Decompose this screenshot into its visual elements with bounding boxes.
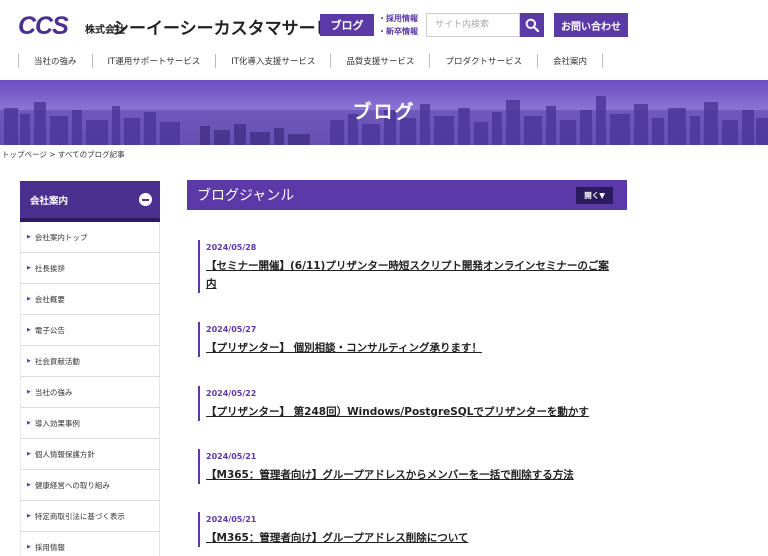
sidebar-item-strengths[interactable]: ▶ 当社の強み — [20, 377, 160, 408]
sidebar-item-company-overview[interactable]: ▶ 会社概要 — [20, 284, 160, 315]
nav-item-it-adoption[interactable]: IT化導入支援サービス — [216, 54, 332, 68]
triangle-right-icon: ▶ — [27, 482, 31, 488]
blog-genre-bar: ブログジャンル 開く▼ — [187, 180, 627, 210]
post-title-link[interactable]: 【プリザンター】 個別相談・コンサルティング承ります！ — [206, 339, 618, 357]
sidebar-list: ▶ 会社案内トップ ▶ 社長挨拶 ▶ 会社概要 ▶ 電子公告 ▶ 社会貢献活動 ▶ 当社の強… — [20, 222, 160, 556]
sidebar-item-label: 当社の強み — [34, 387, 73, 397]
triangle-right-icon: ▶ — [27, 358, 31, 364]
post-title-link[interactable]: 【プリザンター】 第248回）Windows/PostgreSQLでプリザンター… — [206, 403, 618, 421]
blog-button[interactable]: ブログ — [320, 14, 374, 36]
genre-title: ブログジャンル — [197, 188, 295, 204]
expand-genre-button[interactable]: 開く▼ — [576, 186, 613, 204]
triangle-right-icon: ▶ — [27, 234, 31, 240]
triangle-right-icon: ▶ — [27, 327, 31, 333]
sidebar-item-label: 社長挨拶 — [34, 263, 65, 273]
sidebar-item-label: 社会貢献活動 — [34, 356, 80, 366]
minus-circle-icon[interactable] — [139, 193, 152, 206]
triangle-right-icon: ▶ — [27, 389, 31, 395]
sidebar-item-label: 採用情報 — [34, 542, 65, 552]
sidebar-item-label: 特定商取引法に基づく表示 — [34, 511, 125, 521]
search-icon — [525, 18, 539, 32]
triangle-right-icon: ▶ — [27, 296, 31, 302]
page-title: ブログ — [352, 101, 416, 123]
sidebar-header[interactable]: 会社案内 — [20, 181, 160, 222]
post-title-link[interactable]: 【M365：管理者向け】グループアドレス削除について — [206, 529, 618, 547]
nav-item-quality-support[interactable]: 品質支援サービス — [331, 54, 431, 68]
post-title-link[interactable]: 【セミナー開催】(6/11)プリザンター時短スクリプト開発オンラインセミナーのご… — [206, 257, 618, 293]
recruit-link[interactable]: ・採用情報 — [378, 12, 418, 25]
sidebar-item-case-studies[interactable]: ▶ 導入効果事例 — [20, 408, 160, 439]
sidebar-item-label: 会社案内トップ — [34, 232, 88, 242]
nav-item-product-service[interactable]: プロダクトサービス — [430, 54, 538, 68]
sidebar-item-health-management[interactable]: ▶ 健康経営への取り組み — [20, 470, 160, 501]
sidebar-item-label: 会社概要 — [34, 294, 65, 304]
nav-item-company-info[interactable]: 会社案内 — [538, 54, 603, 68]
post-date: 2024/05/28 — [206, 243, 257, 252]
blog-post: 2024/05/21 【M365：管理者向け】グループアドレス削除について — [198, 512, 618, 547]
post-date: 2024/05/21 — [206, 452, 257, 461]
site-header: CCS 株式会社 シーイーシーカスタマサービス ブログ ・採用情報 ・新卒情報 … — [0, 0, 768, 48]
post-date: 2024/05/21 — [206, 515, 257, 524]
blog-post: 2024/05/21 【M365：管理者向け】グループアドレスからメンバーを一括… — [198, 449, 618, 484]
graduate-link[interactable]: ・新卒情報 — [378, 25, 418, 38]
hero-banner: ブログ — [0, 80, 768, 145]
main-nav: 当社の強み IT運用サポートサービス IT化導入支援サービス 品質支援サービス … — [0, 50, 768, 72]
ccs-logo[interactable]: CCS — [18, 12, 69, 41]
sidebar: 会社案内 ▶ 会社案内トップ ▶ 社長挨拶 ▶ 会社概要 ▶ 電子公告 ▶ 社会貢献活動 … — [20, 181, 160, 556]
contact-button[interactable]: お問い合わせ — [554, 13, 628, 37]
post-date: 2024/05/27 — [206, 325, 257, 334]
sidebar-item-privacy-policy[interactable]: ▶ 個人情報保護方針 — [20, 439, 160, 470]
sidebar-item-president-message[interactable]: ▶ 社長挨拶 — [20, 253, 160, 284]
post-title-link[interactable]: 【M365：管理者向け】グループアドレスからメンバーを一括で削除する方法 — [206, 466, 618, 484]
breadcrumb[interactable]: トップページ > すべてのブログ記事 — [2, 149, 125, 160]
sidebar-item-label: 個人情報保護方針 — [34, 449, 95, 459]
blog-post: 2024/05/27 【プリザンター】 個別相談・コンサルティング承ります！ — [198, 322, 618, 357]
blog-post: 2024/05/22 【プリザンター】 第248回）Windows/Postgr… — [198, 386, 618, 421]
sidebar-item-social-contribution[interactable]: ▶ 社会貢献活動 — [20, 346, 160, 377]
triangle-right-icon: ▶ — [27, 451, 31, 457]
search-input[interactable] — [426, 13, 520, 37]
sidebar-item-label: 健康経営への取り組み — [34, 480, 110, 490]
triangle-right-icon: ▶ — [27, 265, 31, 271]
nav-item-it-ops-support[interactable]: IT運用サポートサービス — [93, 54, 217, 68]
triangle-right-icon: ▶ — [27, 544, 31, 550]
blog-post: 2024/05/28 【セミナー開催】(6/11)プリザンター時短スクリプト開発… — [198, 240, 618, 293]
sidebar-item-recruitment[interactable]: ▶ 採用情報 — [20, 532, 160, 556]
sidebar-item-commercial-law[interactable]: ▶ 特定商取引法に基づく表示 — [20, 501, 160, 532]
search-button[interactable] — [520, 13, 544, 37]
triangle-right-icon: ▶ — [27, 420, 31, 426]
sidebar-item-company-top[interactable]: ▶ 会社案内トップ — [20, 222, 160, 253]
recruit-links: ・採用情報 ・新卒情報 — [378, 12, 418, 38]
sidebar-title: 会社案内 — [30, 195, 69, 207]
sidebar-item-label: 電子公告 — [34, 325, 65, 335]
triangle-right-icon: ▶ — [27, 513, 31, 519]
sidebar-item-public-notice[interactable]: ▶ 電子公告 — [20, 315, 160, 346]
sidebar-item-label: 導入効果事例 — [34, 418, 80, 428]
post-date: 2024/05/22 — [206, 389, 257, 398]
nav-item-strengths[interactable]: 当社の強み — [19, 54, 93, 68]
company-name[interactable]: シーイーシーカスタマサービス — [112, 14, 350, 39]
